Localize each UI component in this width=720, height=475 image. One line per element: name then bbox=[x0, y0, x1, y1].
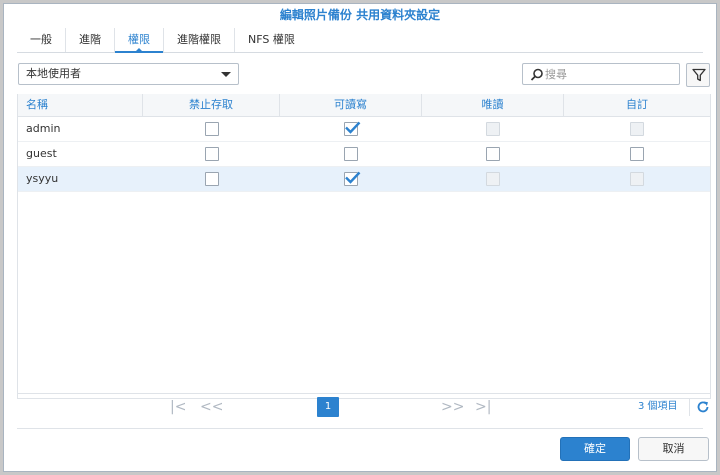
table-row[interactable]: admin bbox=[18, 117, 710, 142]
read-only-checkbox bbox=[486, 122, 500, 136]
user-name: admin bbox=[26, 122, 61, 135]
custom-checkbox[interactable] bbox=[630, 147, 644, 161]
cancel-button[interactable]: 取消 bbox=[638, 437, 709, 461]
column-header-name[interactable]: 名稱 bbox=[18, 94, 143, 116]
ok-button[interactable]: 確定 bbox=[560, 437, 630, 461]
active-tab-indicator bbox=[134, 48, 144, 53]
next-page-icon[interactable]: >> bbox=[441, 399, 464, 415]
custom-checkbox bbox=[630, 172, 644, 186]
deny-checkbox[interactable] bbox=[204, 147, 219, 161]
first-page-icon[interactable]: |< bbox=[170, 399, 186, 415]
table-header: 名稱 禁止存取 可讀寫 唯讀 自訂 bbox=[18, 94, 710, 117]
tab-advanced-permissions[interactable]: 進階權限 bbox=[164, 28, 235, 52]
column-header-read-only[interactable]: 唯讀 bbox=[422, 94, 564, 116]
search-box[interactable] bbox=[522, 63, 680, 85]
search-input[interactable] bbox=[545, 65, 675, 83]
user-name: guest bbox=[26, 147, 57, 160]
deny-checkbox[interactable] bbox=[204, 172, 219, 186]
dialog-title: 編輯照片備份 共用資料夾設定 bbox=[279, 8, 441, 22]
refresh-icon[interactable] bbox=[696, 400, 710, 414]
tab-bar: 一般 進階 權限 進階權限 NFS 權限 bbox=[17, 28, 703, 53]
read-write-checkbox[interactable] bbox=[344, 147, 358, 161]
search-icon bbox=[530, 68, 543, 81]
divider bbox=[17, 428, 703, 429]
divider bbox=[689, 398, 690, 416]
checkmark-icon bbox=[345, 171, 361, 184]
tab-permissions[interactable]: 權限 bbox=[115, 28, 164, 53]
pagination-bar: |< << 1 >> >| 3 個項目 bbox=[17, 393, 711, 420]
item-count: 3 個項目 bbox=[638, 401, 678, 412]
user-name: ysyyu bbox=[26, 172, 59, 185]
chevron-down-icon bbox=[221, 72, 231, 77]
previous-page-icon[interactable]: << bbox=[200, 399, 223, 415]
tab-label: NFS 權限 bbox=[248, 33, 295, 46]
user-type-value: 本地使用者 bbox=[26, 67, 81, 80]
column-header-read-write[interactable]: 可讀寫 bbox=[280, 94, 422, 116]
last-page-icon[interactable]: >| bbox=[475, 399, 491, 415]
read-write-checkbox[interactable] bbox=[344, 121, 361, 136]
tab-label: 權限 bbox=[128, 33, 150, 46]
shared-folder-settings-dialog: 編輯照片備份 共用資料夾設定 一般 進階 權限 進階權限 NFS 權限 本地使用… bbox=[3, 3, 717, 472]
filter-button[interactable] bbox=[686, 63, 710, 87]
table-row[interactable]: guest bbox=[18, 142, 710, 167]
user-type-select[interactable]: 本地使用者 bbox=[18, 63, 239, 85]
tab-label: 進階權限 bbox=[177, 33, 221, 46]
read-write-checkbox[interactable] bbox=[344, 171, 361, 186]
current-page-button[interactable]: 1 bbox=[317, 397, 339, 417]
tab-advanced[interactable]: 進階 bbox=[66, 28, 115, 52]
filter-icon bbox=[692, 68, 706, 82]
checkmark-icon bbox=[345, 121, 361, 134]
tab-general[interactable]: 一般 bbox=[17, 28, 66, 52]
tab-nfs-permissions[interactable]: NFS 權限 bbox=[235, 28, 308, 52]
deny-checkbox[interactable] bbox=[204, 122, 219, 136]
table-row[interactable]: ysyyu bbox=[18, 167, 710, 192]
custom-checkbox bbox=[630, 122, 644, 136]
read-only-checkbox[interactable] bbox=[486, 147, 500, 161]
column-header-deny[interactable]: 禁止存取 bbox=[143, 94, 280, 116]
tab-label: 進階 bbox=[79, 33, 101, 46]
column-header-custom[interactable]: 自訂 bbox=[564, 94, 710, 116]
read-only-checkbox bbox=[486, 172, 500, 186]
permissions-table: 名稱 禁止存取 可讀寫 唯讀 自訂 admin guest ysyyu bbox=[17, 94, 711, 399]
tab-label: 一般 bbox=[30, 33, 52, 46]
